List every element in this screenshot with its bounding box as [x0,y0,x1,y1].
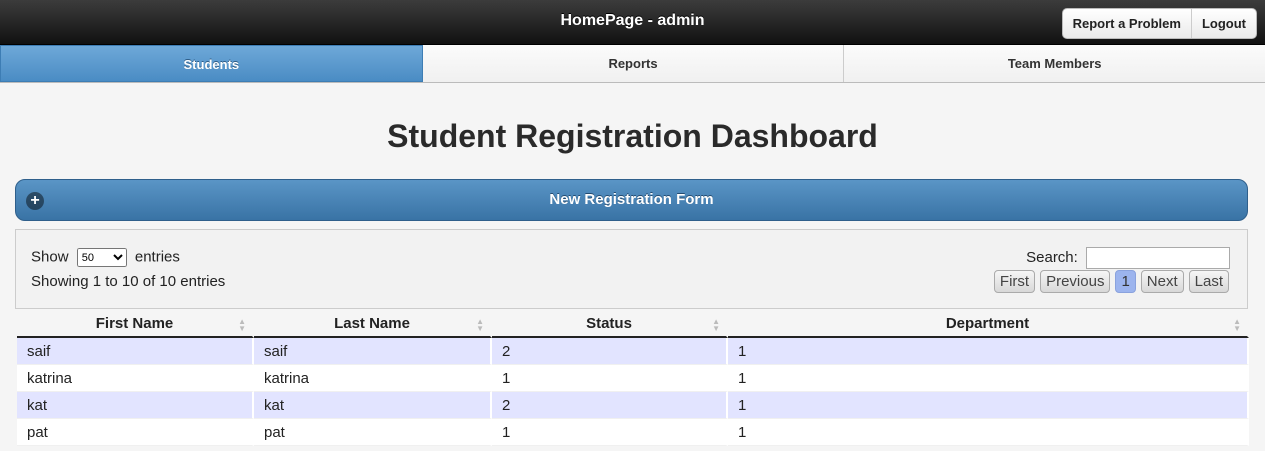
cell-department: 1 [728,365,1249,392]
cell-last-name: saif [254,338,492,365]
table-row[interactable]: katrina katrina 1 1 [17,365,1249,392]
tab-team-members[interactable]: Team Members [844,45,1265,82]
sort-icon: ▲ ▼ [238,317,246,333]
tab-reports[interactable]: Reports [422,45,845,82]
table-row[interactable]: pat pat 1 1 [17,419,1249,446]
cell-last-name: kat [254,392,492,419]
report-problem-button[interactable]: Report a Problem [1063,9,1191,38]
table-info: Showing 1 to 10 of 10 entries [31,273,226,290]
entries-label: entries [134,248,180,266]
column-header-label: Status [586,315,632,332]
cell-status: 1 [492,365,728,392]
new-registration-form-label: New Registration Form [549,191,714,208]
previous-page-button[interactable]: Previous [1040,270,1111,293]
cell-department: 1 [728,419,1249,446]
pagination: First Previous 1 Next Last [993,270,1229,293]
cell-first-name: kat [17,392,254,419]
column-header-label: Department [945,315,1030,332]
tab-students[interactable]: Students [0,45,423,82]
cell-department: 1 [728,338,1249,365]
cell-status: 2 [492,338,728,365]
first-page-button[interactable]: First [993,270,1036,293]
search-label: Search: [1026,248,1078,266]
column-header-last-name[interactable]: Last Name ▲ ▼ [254,311,492,338]
sort-icon: ▲ ▼ [476,317,484,333]
table-row[interactable]: kat kat 2 1 [17,392,1249,419]
cell-first-name: katrina [17,365,254,392]
app-header: HomePage - admin Report a Problem Logout [0,0,1265,45]
page-size-select[interactable]: 50 [76,248,127,267]
column-header-first-name[interactable]: First Name ▲ ▼ [17,311,254,338]
table-header-row: First Name ▲ ▼ Last Name ▲ ▼ Status ▲ ▼ Depart… [17,311,1249,338]
table-row[interactable]: saif saif 2 1 [17,338,1249,365]
column-header-label: First Name [95,315,174,332]
plus-icon: + [26,192,44,210]
cell-first-name: pat [17,419,254,446]
students-table: First Name ▲ ▼ Last Name ▲ ▼ Status ▲ ▼ Depart… [17,311,1249,446]
nav-bar: Students Reports Team Members [0,45,1265,83]
cell-first-name: saif [17,338,254,365]
cell-status: 2 [492,392,728,419]
show-label: Show [31,248,69,266]
sort-icon: ▲ ▼ [712,317,720,333]
next-page-button[interactable]: Next [1140,270,1184,293]
current-page-button[interactable]: 1 [1115,270,1136,293]
table-controls-panel: Show 50 entries Showing 1 to 10 of 10 en… [15,229,1248,309]
search-input[interactable] [1086,247,1230,269]
column-header-department[interactable]: Department ▲ ▼ [728,311,1249,338]
cell-department: 1 [728,392,1249,419]
search-control: Search: [1026,247,1230,269]
column-header-label: Last Name [334,315,410,332]
sort-icon: ▲ ▼ [1233,317,1241,333]
new-registration-form-toggle[interactable]: + New Registration Form [15,179,1248,221]
cell-last-name: katrina [254,365,492,392]
header-button-group: Report a Problem Logout [1061,8,1257,39]
page-title: Student Registration Dashboard [387,118,878,154]
cell-last-name: pat [254,419,492,446]
cell-status: 1 [492,419,728,446]
column-header-status[interactable]: Status ▲ ▼ [492,311,728,338]
last-page-button[interactable]: Last [1188,270,1229,293]
page-size-control: Show 50 entries [31,248,180,267]
logout-button[interactable]: Logout [1190,9,1256,38]
